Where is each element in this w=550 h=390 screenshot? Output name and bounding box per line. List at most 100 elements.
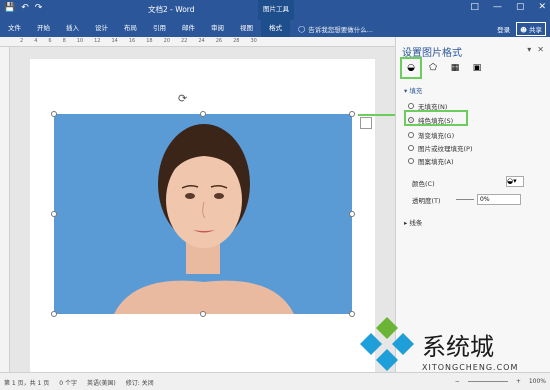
title-bar: 💾 ↶ ↷ 文档2 - Word 图片工具 □ — ▢ ✕	[0, 0, 550, 20]
layout-options-button[interactable]	[360, 117, 372, 129]
ruler-number: 6	[48, 38, 52, 44]
ruler-number: 28	[233, 38, 240, 44]
tab-file[interactable]: 文件	[0, 20, 29, 37]
tab-layout[interactable]: 布局	[116, 20, 145, 37]
pentagon-icon[interactable]: ⬠	[426, 61, 440, 75]
transparency-input[interactable]: 0%	[477, 194, 521, 205]
transparency-label: 透明度(T)	[412, 197, 441, 205]
word-count[interactable]: 0 个字	[59, 378, 77, 387]
portrait-photo	[114, 124, 294, 314]
fill-section-label: 填充	[409, 87, 423, 95]
watermark-text: 系统城	[422, 332, 494, 361]
language-status[interactable]: 英语(美国)	[87, 378, 116, 387]
tab-view[interactable]: 视图	[232, 20, 261, 37]
ruler-number: 30	[250, 38, 257, 44]
resize-handle[interactable]	[200, 111, 206, 117]
solid-fill-highlight	[404, 110, 468, 126]
line-section-label: 线条	[409, 219, 423, 227]
rotate-handle-icon[interactable]: ⟳	[178, 92, 187, 105]
layout-size-icon[interactable]: ▦	[448, 61, 462, 75]
resize-handle[interactable]	[349, 311, 355, 317]
radio-button[interactable]	[408, 103, 414, 109]
fill-section-header[interactable]: ▾ 填充	[404, 85, 422, 95]
redo-icon[interactable]: ↷	[35, 3, 43, 13]
tell-me-text: 告诉我您想要做什么...	[308, 25, 373, 34]
tab-home[interactable]: 开始	[29, 20, 58, 37]
tell-me-box[interactable]: ◯ 告诉我您想要做什么...	[298, 24, 373, 34]
radio-button[interactable]	[408, 132, 414, 138]
vertical-ruler[interactable]	[0, 47, 10, 372]
ruler-number: 8	[62, 38, 66, 44]
lightbulb-icon: ◯	[298, 24, 306, 33]
zoom-level[interactable]: 100%	[529, 378, 546, 385]
tab-mailings[interactable]: 邮件	[174, 20, 203, 37]
tab-review[interactable]: 审阅	[203, 20, 232, 37]
fill-tab-highlight	[400, 57, 422, 79]
save-icon[interactable]: 💾	[4, 3, 15, 13]
ruler-number: 14	[111, 38, 118, 44]
selected-picture[interactable]	[54, 114, 352, 314]
fill-color-icon: ◒▾	[507, 177, 517, 185]
resize-handle[interactable]	[200, 311, 206, 317]
undo-icon[interactable]: ↶	[21, 3, 29, 13]
document-title: 文档2 - Word	[148, 5, 195, 14]
picture-icon[interactable]: ▣	[470, 61, 484, 75]
radio-button[interactable]	[408, 145, 414, 151]
picture-tools-title: 图片工具	[258, 0, 294, 20]
track-changes-status[interactable]: 修订: 关闭	[126, 378, 154, 387]
status-bar: 第 1 页，共 1 页 0 个字 英语(美国) 修订: 关闭 − + 100%	[0, 372, 550, 390]
tab-insert[interactable]: 插入	[58, 20, 87, 37]
ruler-number: 12	[94, 38, 101, 44]
share-label: 共享	[529, 25, 542, 34]
ruler-number: 4	[34, 38, 38, 44]
ruler-number: 24	[198, 38, 205, 44]
ribbon-display-icon[interactable]: □	[470, 2, 479, 12]
document-page[interactable]: ⟳	[30, 59, 375, 372]
window-controls: □ — ▢ ✕	[470, 2, 546, 12]
horizontal-ruler[interactable]: 2 4 6 8 10 12 14 16 18 20 22 24 26 28 30	[0, 37, 395, 47]
zoom-in-icon[interactable]: +	[516, 378, 521, 385]
watermark: 系统城 XITONGCHENG.COM	[358, 315, 517, 373]
color-picker-button[interactable]: ◒▾	[506, 176, 524, 187]
triangle-down-icon: ▾	[404, 87, 408, 95]
watermark-logo	[360, 317, 414, 371]
picture-texture-fill-option[interactable]: 图片或纹理填充(P)	[408, 143, 473, 153]
radio-button[interactable]	[408, 158, 414, 164]
close-icon[interactable]: ✕	[538, 2, 546, 12]
transparency-slider[interactable]	[456, 199, 474, 200]
tab-references[interactable]: 引用	[145, 20, 174, 37]
option-label: 图片或纹理填充(P)	[418, 145, 473, 153]
watermark-url: XITONGCHENG.COM	[422, 363, 519, 372]
ruler-number: 22	[181, 38, 188, 44]
minimize-icon[interactable]: —	[493, 2, 502, 12]
quick-access-toolbar: 💾 ↶ ↷	[4, 3, 42, 13]
resize-handle[interactable]	[51, 311, 57, 317]
document-canvas[interactable]: ⟳	[10, 47, 395, 372]
tab-format[interactable]: 格式	[261, 20, 290, 37]
zoom-out-icon[interactable]: −	[455, 378, 460, 385]
close-icon[interactable]: ✕	[537, 45, 544, 54]
chevron-down-icon[interactable]: ▾	[527, 45, 531, 54]
triangle-right-icon: ▸	[404, 219, 408, 227]
ruler-number: 10	[76, 38, 84, 44]
option-label: 渐变填充(G)	[418, 132, 455, 140]
resize-handle[interactable]	[349, 211, 355, 217]
line-section-header[interactable]: ▸ 线条	[404, 217, 422, 227]
login-link[interactable]: 登录	[497, 24, 510, 34]
ruler-number: 26	[215, 38, 223, 44]
resize-handle[interactable]	[51, 211, 57, 217]
page-count[interactable]: 第 1 页，共 1 页	[4, 378, 49, 387]
ribbon-tabs: 文件 开始 插入 设计 布局 引用 邮件 审阅 视图 格式 ◯ 告诉我您想要做什…	[0, 20, 550, 37]
zoom-slider[interactable]	[467, 381, 508, 382]
maximize-icon[interactable]: ▢	[516, 2, 525, 12]
person-icon: ☻	[520, 25, 527, 34]
tab-design[interactable]: 设计	[87, 20, 116, 37]
color-label: 颜色(C)	[412, 180, 435, 188]
share-button[interactable]: ☻ 共享	[516, 21, 546, 36]
pattern-fill-option[interactable]: 图案填充(A)	[408, 156, 454, 166]
resize-handle[interactable]	[51, 111, 57, 117]
option-label: 图案填充(A)	[418, 158, 454, 166]
ruler-number: 18	[146, 38, 153, 44]
resize-handle[interactable]	[349, 111, 355, 117]
gradient-fill-option[interactable]: 渐变填充(G)	[408, 130, 454, 140]
